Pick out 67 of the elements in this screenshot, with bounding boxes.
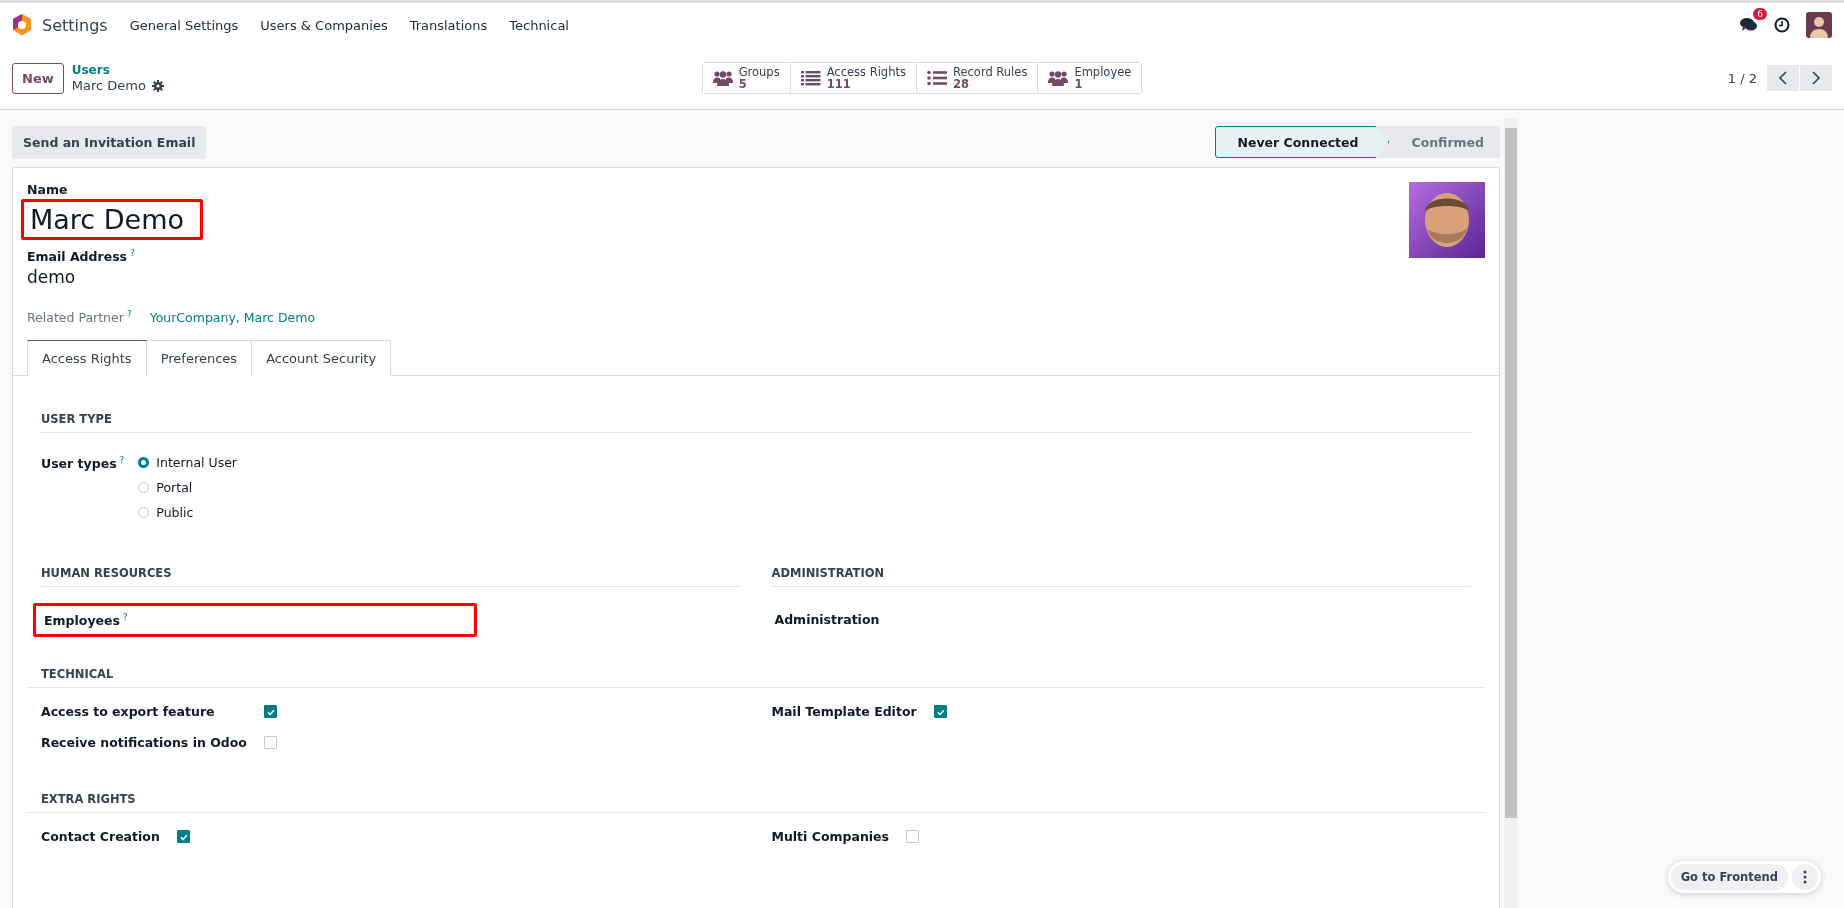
- frontend-button[interactable]: Go to Frontend: [1670, 864, 1788, 890]
- clock-icon[interactable]: [1774, 17, 1790, 33]
- chevron-right-icon: [1811, 71, 1821, 85]
- app-title: Settings: [42, 15, 108, 35]
- field-label: Employees: [44, 613, 120, 629]
- settings-icon[interactable]: [151, 80, 164, 92]
- breadcrumb-link[interactable]: Users: [71, 62, 164, 78]
- field-label: Email Address: [27, 249, 127, 265]
- name-field[interactable]: Marc Demo: [30, 204, 184, 235]
- message-count-badge: 6: [1753, 8, 1767, 20]
- previous-button[interactable]: [1767, 65, 1799, 91]
- radio-label: Internal User: [156, 455, 237, 471]
- chevron-left-icon: [1778, 71, 1788, 85]
- help-tooltip[interactable]: ?: [122, 612, 128, 623]
- help-tooltip[interactable]: ?: [126, 309, 132, 320]
- field-label: Name: [27, 182, 69, 197]
- chat-icon[interactable]: [1740, 17, 1758, 33]
- section-title: TECHNICAL: [27, 667, 1485, 689]
- record-title: Marc Demo: [71, 78, 146, 94]
- email-field[interactable]: demo: [27, 267, 1485, 288]
- checkbox[interactable]: [906, 830, 919, 844]
- section-title: EXTRA RIGHTS: [27, 792, 1485, 814]
- people-icon: [1048, 70, 1069, 86]
- checkbox[interactable]: [263, 736, 277, 750]
- people-icon: [712, 70, 733, 86]
- menu-item[interactable]: Technical: [509, 13, 569, 37]
- section-title: HUMAN RESOURCES: [41, 566, 741, 588]
- field-label: Administration: [774, 612, 880, 628]
- checkbox[interactable]: [933, 705, 947, 719]
- menu-item[interactable]: Users & Companies: [260, 13, 388, 37]
- tab[interactable]: Access Rights: [27, 340, 147, 377]
- kebab-menu-icon: [1803, 870, 1807, 884]
- tab[interactable]: Account Security: [251, 340, 392, 377]
- scrollbar[interactable]: [1504, 118, 1518, 908]
- pager-value: 1 / 2: [1727, 70, 1757, 86]
- field-label: Contact Creation: [41, 829, 160, 845]
- status-stage[interactable]: Never Connected: [1214, 126, 1390, 158]
- menu-item[interactable]: Translations: [409, 13, 488, 37]
- field-label: Related Partner: [27, 310, 124, 326]
- smart-button[interactable]: Groups 5: [702, 63, 791, 93]
- tab[interactable]: Preferences: [145, 340, 253, 377]
- field-label: Access to export feature: [41, 704, 216, 720]
- section-title: ADMINISTRATION: [771, 566, 1471, 588]
- list-icon: [800, 70, 821, 86]
- checkbox[interactable]: [263, 705, 277, 719]
- radio-button[interactable]: [138, 482, 150, 494]
- field-label: User types: [41, 456, 117, 472]
- field-label: Multi Companies: [771, 829, 889, 845]
- radio-button[interactable]: [138, 507, 150, 519]
- help-tooltip[interactable]: ?: [130, 248, 135, 258]
- menu-item[interactable]: General Settings: [129, 13, 239, 37]
- invitation-button[interactable]: Send an Invitation Email: [12, 125, 207, 159]
- section-title: USER TYPE: [41, 412, 1471, 434]
- new-button[interactable]: New: [12, 62, 64, 94]
- help-tooltip[interactable]: ?: [119, 455, 125, 466]
- radio-label: Public: [156, 505, 194, 521]
- bullet-list-icon: [926, 70, 947, 86]
- app-logo-icon[interactable]: [12, 14, 32, 36]
- partner-link[interactable]: YourCompany, Marc Demo: [149, 309, 316, 325]
- status-stage[interactable]: Confirmed: [1389, 126, 1500, 158]
- next-button[interactable]: [1800, 65, 1832, 91]
- radio-label: Portal: [156, 480, 193, 496]
- radio-button[interactable]: [138, 457, 150, 469]
- field-label: Mail Template Editor: [771, 704, 917, 720]
- checkbox[interactable]: [176, 830, 190, 844]
- field-label: Receive notifications in Odoo: [41, 735, 247, 751]
- user-avatar[interactable]: [1806, 12, 1832, 38]
